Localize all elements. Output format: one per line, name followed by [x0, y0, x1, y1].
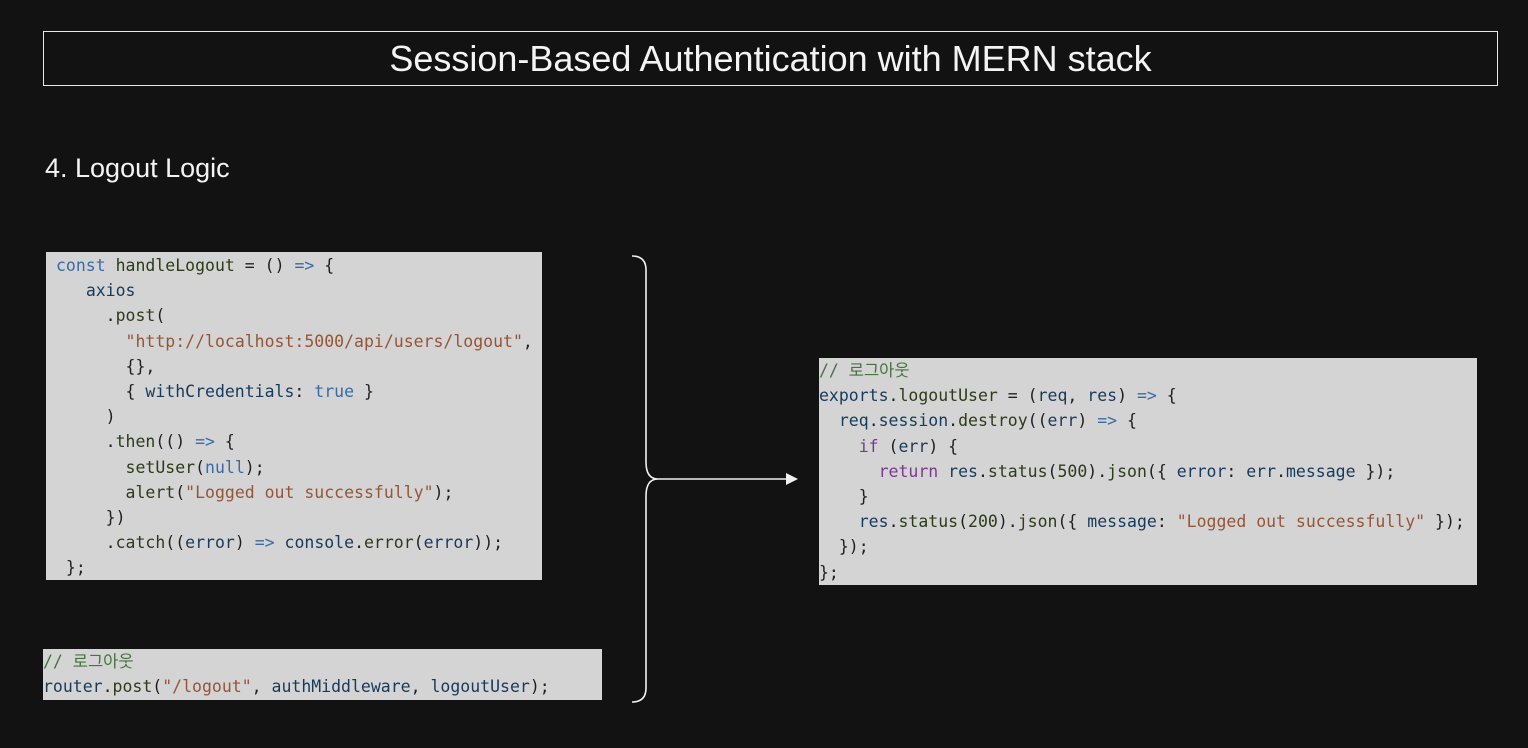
arrow-head-icon	[786, 473, 798, 485]
brace-connector	[631, 255, 798, 703]
curly-brace	[631, 255, 659, 703]
